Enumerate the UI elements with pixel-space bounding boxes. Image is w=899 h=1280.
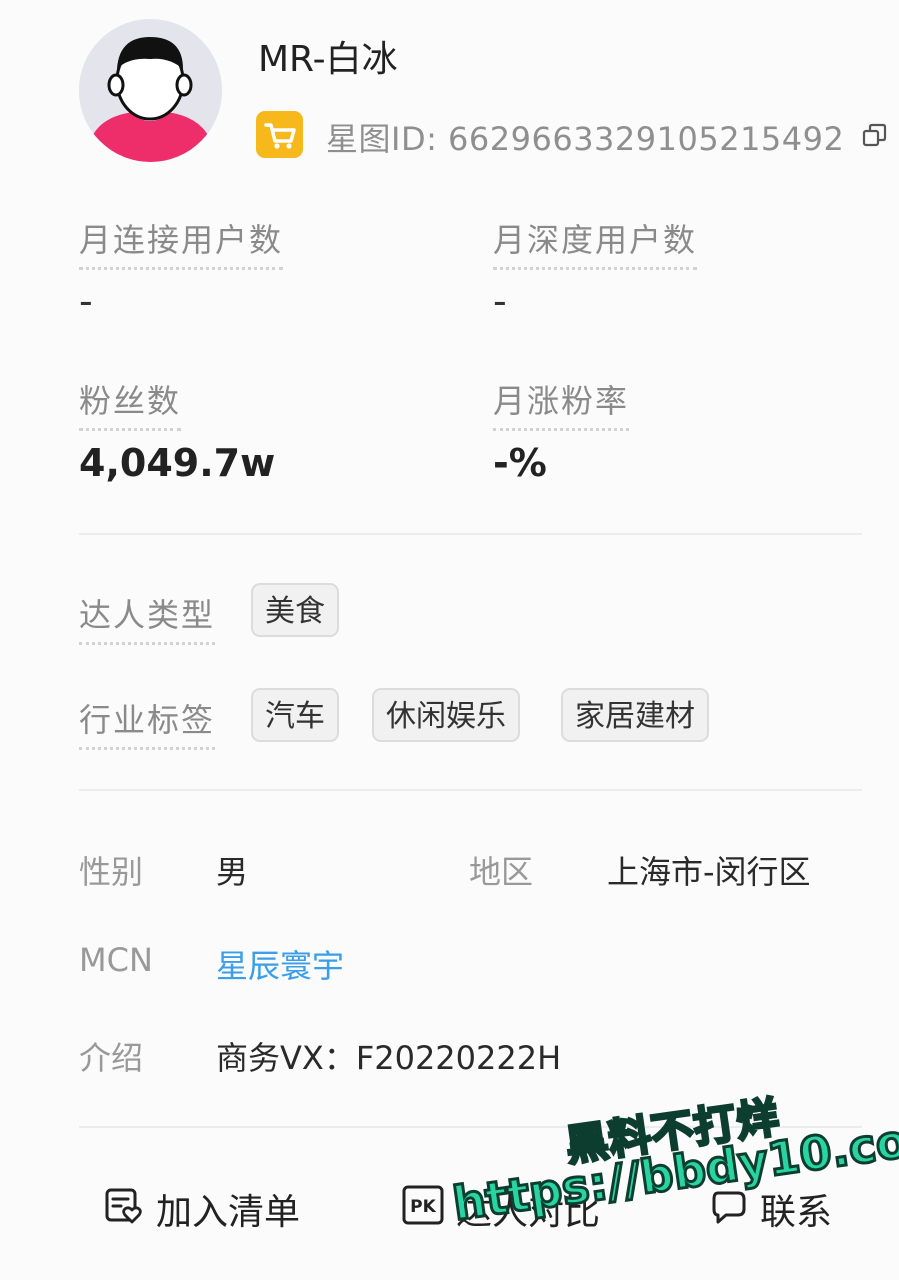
stat-value-monthly-connected-users: - — [79, 279, 93, 323]
shopping-cart-icon — [256, 111, 303, 158]
tag-industry: 休闲娱乐 — [372, 688, 520, 742]
pk-icon: PK — [402, 1185, 444, 1234]
add-to-list-button[interactable]: 加入清单 — [104, 1183, 300, 1235]
creator-name: MR-白冰 — [258, 39, 398, 80]
gender-value: 男 — [216, 853, 249, 891]
tag-industry: 汽车 — [251, 688, 339, 742]
copy-icon[interactable] — [862, 123, 888, 149]
stat-label-followers[interactable]: 粉丝数 — [79, 376, 182, 431]
section-divider — [79, 533, 862, 535]
tag-industry: 家居建材 — [561, 688, 709, 742]
creator-type-label[interactable]: 达人类型 — [79, 590, 216, 645]
region-label: 地区 — [469, 853, 534, 891]
stat-value-followers: 4,049.7w — [79, 441, 276, 485]
stat-label-monthly-connected-users[interactable]: 月连接用户数 — [79, 215, 284, 270]
site-watermark: 黑料不打烊 https://bbdy10.com — [440, 1047, 899, 1268]
industry-tag-label[interactable]: 行业标签 — [79, 695, 216, 750]
svg-text:PK: PK — [410, 1197, 436, 1217]
stat-value-monthly-deep-users: - — [493, 279, 507, 323]
stat-value-monthly-follower-growth: -% — [493, 441, 547, 485]
add-to-list-label: 加入清单 — [156, 1192, 301, 1233]
stat-label-monthly-deep-users[interactable]: 月深度用户数 — [493, 215, 698, 270]
intro-value: 商务VX：F20220222H — [216, 1039, 562, 1077]
list-heart-icon — [104, 1185, 144, 1234]
region-value: 上海市-闵行区 — [607, 853, 811, 891]
intro-label: 介绍 — [79, 1039, 144, 1077]
gender-label: 性别 — [79, 853, 144, 891]
star-id: 星图ID: 6629663329105215492 — [326, 120, 845, 158]
mcn-label: MCN — [79, 941, 153, 979]
section-divider — [79, 789, 862, 791]
kol-profile-card: MR-白冰 星图ID: 6629663329105215492 月连接用户数 -… — [0, 0, 899, 1280]
mcn-link[interactable]: 星辰寰宇 — [216, 941, 344, 987]
avatar-illustration — [79, 19, 222, 162]
avatar[interactable] — [79, 19, 222, 162]
tag-creator-type: 美食 — [251, 583, 339, 637]
stat-label-monthly-follower-growth[interactable]: 月涨粉率 — [493, 376, 630, 431]
